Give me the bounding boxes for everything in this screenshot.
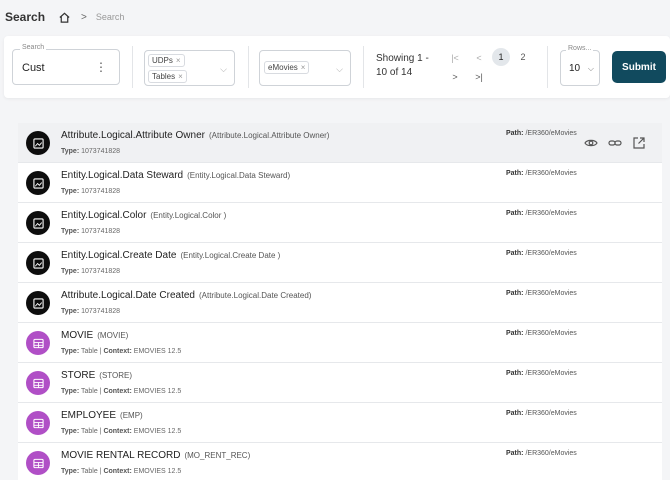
submit-button[interactable]: Submit (612, 51, 666, 83)
attribute-icon (26, 291, 50, 315)
model-select[interactable]: eMovies × ⌵ (259, 50, 351, 86)
divider (547, 46, 548, 88)
table-icon (26, 331, 50, 355)
filter-bar: Search Cust ⋮ UDPs × Tables × ⌵ eMovies × ⌵… (4, 36, 670, 98)
table-icon (26, 371, 50, 395)
result-name[interactable]: EMPLOYEE (EMP) (61, 410, 143, 421)
result-name[interactable]: MOVIE RENTAL RECORD (MO_RENT_REC) (61, 450, 250, 461)
divider (248, 46, 249, 88)
last-page-icon[interactable]: >| (470, 68, 488, 86)
results-list: Attribute.Logical.Attribute Owner (Attrib… (18, 123, 662, 480)
result-name[interactable]: MOVIE (MOVIE) (61, 330, 128, 341)
result-path: Path: /ER360/eMovies (506, 410, 577, 417)
next-page-icon[interactable]: > (446, 68, 464, 86)
home-icon[interactable] (57, 10, 71, 24)
result-row[interactable]: Attribute.Logical.Attribute Owner (Attrib… (18, 123, 662, 163)
result-alias: (MO_RENT_REC) (184, 451, 251, 460)
chip-tables[interactable]: Tables × (148, 70, 187, 83)
remove-icon: × (300, 63, 306, 72)
result-path: Path: /ER360/eMovies (506, 170, 577, 177)
chip-emovies[interactable]: eMovies × (264, 61, 310, 74)
remove-icon: × (175, 56, 181, 65)
result-meta: Type: Table | Context: EMOVIES 12.5 (61, 468, 182, 475)
rows-per-page-select[interactable]: Rows... 10 ⌵ (560, 45, 600, 86)
rows-value: 10 (569, 63, 581, 74)
result-meta: Type: 1073741828 (61, 228, 121, 235)
more-options-icon[interactable]: ⋮ (95, 60, 107, 74)
attribute-icon (26, 211, 50, 235)
result-row[interactable]: Entity.Logical.Data Steward (Entity.Logic… (18, 163, 662, 203)
result-path: Path: /ER360/eMovies (506, 130, 577, 137)
result-alias: (Entity.Logical.Create Date ) (180, 251, 281, 260)
table-icon (26, 451, 50, 475)
divider (132, 46, 133, 88)
result-name[interactable]: Entity.Logical.Create Date (Entity.Logica… (61, 250, 280, 261)
result-meta: Type: Table | Context: EMOVIES 12.5 (61, 428, 182, 435)
result-meta: Type: 1073741828 (61, 308, 121, 315)
previous-page-icon[interactable]: < (470, 49, 488, 67)
result-alias: (Attribute.Logical.Date Created) (198, 291, 312, 300)
result-alias: (MOVIE) (97, 331, 129, 340)
result-row[interactable]: Entity.Logical.Create Date (Entity.Logica… (18, 243, 662, 283)
result-meta: Type: Table | Context: EMOVIES 12.5 (61, 348, 182, 355)
result-name[interactable]: Entity.Logical.Color (Entity.Logical.Colo… (61, 210, 226, 221)
result-name[interactable]: STORE (STORE) (61, 370, 132, 381)
result-meta: Type: 1073741828 (61, 188, 121, 195)
result-name[interactable]: Attribute.Logical.Attribute Owner (Attrib… (61, 130, 329, 141)
page-2-button[interactable]: 2 (514, 48, 532, 66)
chevron-down-icon[interactable]: ⌵ (588, 64, 594, 74)
result-alias: (STORE) (99, 371, 133, 380)
result-row[interactable]: MOVIE RENTAL RECORD (MO_RENT_REC) Type: Ta… (18, 443, 662, 480)
result-row[interactable]: Entity.Logical.Color (Entity.Logical.Colo… (18, 203, 662, 243)
rows-legend: Rows... (566, 45, 594, 52)
chevron-down-icon[interactable]: ⌵ (220, 64, 227, 75)
result-row[interactable]: STORE (STORE) Type: Table | Context: EMOVI… (18, 363, 662, 403)
result-alias: (Attribute.Logical.Attribute Owner) (208, 131, 330, 140)
remove-icon: × (178, 72, 183, 81)
result-meta: Type: 1073741828 (61, 148, 121, 155)
result-row[interactable]: EMPLOYEE (EMP) Type: Table | Context: EMOV… (18, 403, 662, 443)
chevron-down-icon[interactable]: ⌵ (336, 64, 343, 75)
result-row[interactable]: Attribute.Logical.Date Created (Attribute… (18, 283, 662, 323)
result-path: Path: /ER360/eMovies (506, 210, 577, 217)
search-legend: Search (20, 44, 47, 51)
attribute-icon (26, 171, 50, 195)
result-meta: Type: Table | Context: EMOVIES 12.5 (61, 388, 182, 395)
open-in-new-icon[interactable] (632, 136, 646, 150)
first-page-icon[interactable]: |< (446, 49, 464, 67)
top-bar: Search > Search (0, 0, 670, 34)
result-name[interactable]: Entity.Logical.Data Steward (Entity.Logic… (61, 170, 290, 181)
page-title: Search (5, 10, 46, 24)
result-path: Path: /ER360/eMovies (506, 370, 577, 377)
result-row[interactable]: MOVIE (MOVIE) Type: Table | Context: EMOVI… (18, 323, 662, 363)
result-alias: (EMP) (120, 411, 143, 420)
result-path: Path: /ER360/eMovies (506, 450, 577, 457)
attribute-icon (26, 131, 50, 155)
result-meta: Type: 1073741828 (61, 268, 121, 275)
result-alias: (Entity.Logical.Color ) (150, 211, 227, 220)
chevron-right-icon: > (81, 11, 87, 23)
view-icon[interactable] (584, 136, 598, 150)
result-path: Path: /ER360/eMovies (506, 330, 577, 337)
row-actions (584, 136, 646, 150)
result-alias: (Entity.Logical.Data Steward) (187, 171, 291, 180)
breadcrumb[interactable]: Search (96, 12, 125, 22)
type-select[interactable]: UDPs × Tables × ⌵ (144, 50, 235, 86)
result-path: Path: /ER360/eMovies (506, 290, 577, 297)
page-1-button[interactable]: 1 (492, 48, 510, 66)
divider (363, 46, 364, 88)
result-path: Path: /ER360/eMovies (506, 250, 577, 257)
link-icon[interactable] (608, 136, 622, 150)
chip-udps[interactable]: UDPs × (148, 54, 185, 67)
search-field[interactable]: Search Cust ⋮ (12, 44, 120, 85)
attribute-icon (26, 251, 50, 275)
table-icon (26, 411, 50, 435)
results-count: Showing 1 - 10 of 14 (376, 53, 429, 78)
search-input[interactable]: Cust (22, 62, 45, 74)
result-name[interactable]: Attribute.Logical.Date Created (Attribute… (61, 290, 311, 301)
